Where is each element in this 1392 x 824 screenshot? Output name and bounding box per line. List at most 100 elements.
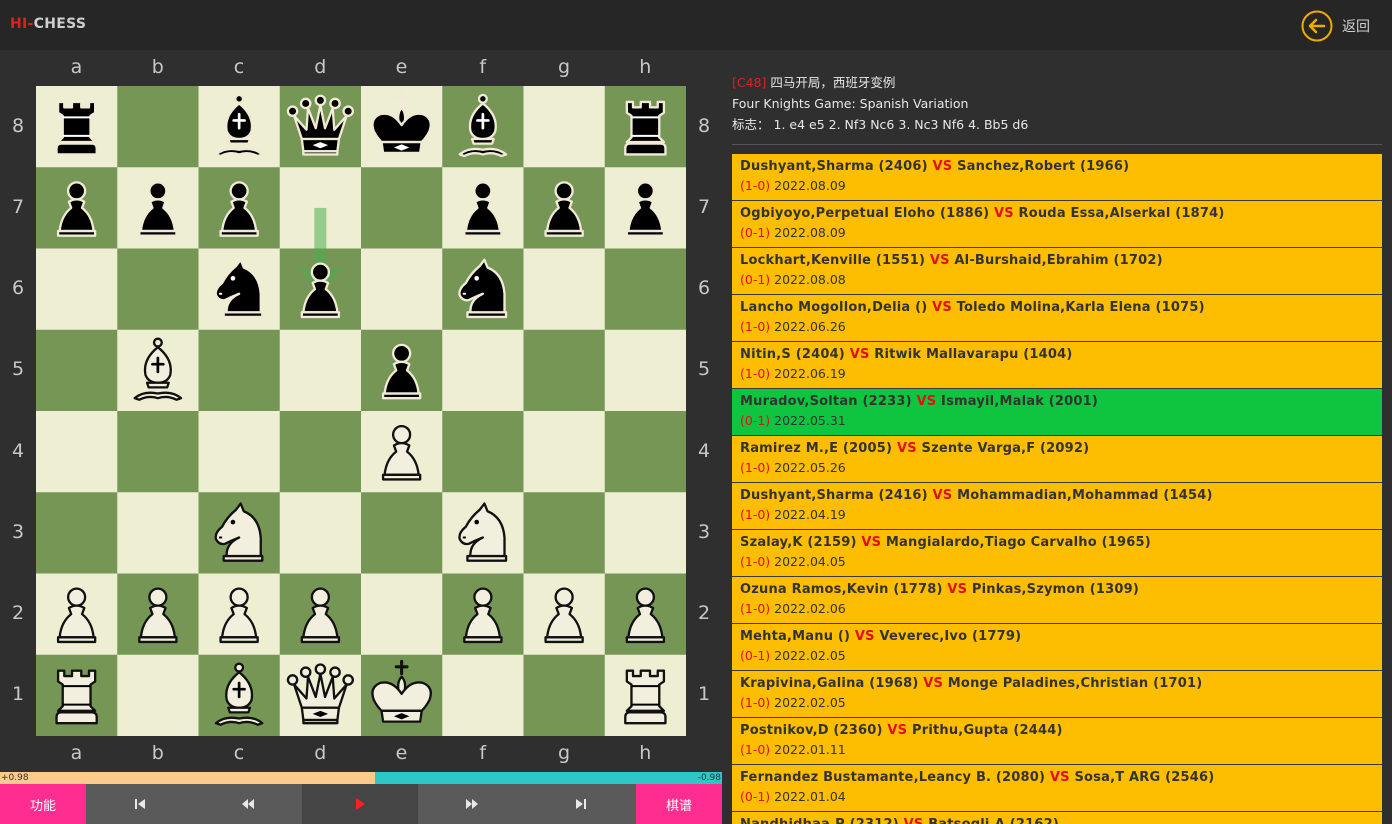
game-row[interactable]: Krapivina,Galina (1968) VS Monge Paladin… <box>732 671 1382 718</box>
square-g5[interactable] <box>523 329 606 412</box>
opening-name-en: Four Knights Game: Spanish Variation <box>732 96 969 111</box>
square-e2[interactable] <box>361 573 443 656</box>
game-date: 2022.08.09 <box>774 178 846 193</box>
game-result: (1-0) <box>740 601 771 616</box>
last-move-button[interactable] <box>526 784 636 824</box>
back-label: 返回 <box>1342 19 1370 35</box>
square-g1[interactable] <box>523 654 606 736</box>
logo-chess: CHESS <box>33 16 87 32</box>
game-meta: (1-0) 2022.01.11 <box>740 740 1374 760</box>
prev-move-button[interactable] <box>194 784 302 824</box>
white-rook-icon[interactable] <box>624 669 667 725</box>
rank-label-left: 1 <box>11 683 25 706</box>
square-h3[interactable] <box>604 492 686 574</box>
black-player: Toledo Molina,Karla Elena (1075) <box>956 300 1205 315</box>
square-e7[interactable] <box>361 167 443 249</box>
square-d5[interactable] <box>279 329 362 412</box>
square-a3[interactable] <box>36 492 118 574</box>
square-a4[interactable] <box>36 411 118 493</box>
game-row[interactable]: Dushyant,Sharma (2416) VS Mohammadian,Mo… <box>732 483 1382 530</box>
square-d3[interactable] <box>279 492 362 574</box>
game-row[interactable]: Ozuna Ramos,Kevin (1778) VS Pinkas,Szymo… <box>732 577 1382 624</box>
function-button[interactable]: 功能 <box>0 784 86 824</box>
play-button[interactable] <box>302 784 418 824</box>
square-g4[interactable] <box>523 411 606 493</box>
game-meta: (0-1) 2022.02.05 <box>740 646 1374 666</box>
game-row[interactable]: Lancho Mogollon,Delia () VS Toledo Molin… <box>732 295 1382 342</box>
file-label-top: d <box>314 56 327 78</box>
square-h4[interactable] <box>604 411 686 493</box>
game-result: (0-1) <box>740 413 771 428</box>
black-player: Veverec,Ivo (1779) <box>879 629 1022 644</box>
black-player: Mangialardo,Tiago Carvalho (1965) <box>885 535 1151 550</box>
square-g3[interactable] <box>523 492 606 574</box>
white-rook-icon[interactable] <box>55 669 98 725</box>
chess-board[interactable] <box>36 86 686 736</box>
first-move-icon <box>135 799 145 809</box>
evaluation-bar: +0.98 -0.98 <box>0 772 722 784</box>
game-row[interactable]: Nitin,S (2404) VS Ritwik Mallavarapu (14… <box>732 342 1382 389</box>
square-b3[interactable] <box>117 492 199 574</box>
square-b8[interactable] <box>117 86 199 168</box>
game-players: Szalay,K (2159) VS Mangialardo,Tiago Car… <box>740 534 1374 552</box>
game-date: 2022.05.26 <box>774 460 846 475</box>
game-row[interactable]: Nandhidhaa,P (2312) VS Batsogli,A (2162) <box>732 812 1382 824</box>
square-a5[interactable] <box>36 329 118 412</box>
square-f5[interactable] <box>442 329 524 412</box>
game-row[interactable]: Fernandez Bustamante,Leancy B. (2080) VS… <box>732 765 1382 812</box>
game-row[interactable]: Dushyant,Sharma (2406) VS Sanchez,Robert… <box>732 154 1382 201</box>
vs-label: VS <box>923 676 944 691</box>
eco-code: [C48] <box>732 75 767 90</box>
white-player: Fernandez Bustamante,Leancy B. (2080) <box>740 770 1046 785</box>
play-icon <box>356 798 365 810</box>
game-row[interactable]: Muradov,Soltan (2233) VS Ismayil,Malak (… <box>732 389 1382 436</box>
square-f4[interactable] <box>442 411 524 493</box>
black-rook-icon[interactable] <box>624 100 667 156</box>
vs-label: VS <box>1049 770 1070 785</box>
black-player: Rouda Essa,Alserkal (1874) <box>1018 206 1225 221</box>
square-h5[interactable] <box>604 329 686 412</box>
file-label-bottom: e <box>395 742 408 764</box>
game-row[interactable]: Mehta,Manu () VS Veverec,Ivo (1779) (0-1)… <box>732 624 1382 671</box>
game-row[interactable]: Ogbiyoyo,Perpetual Eloho (1886) VS Rouda… <box>732 201 1382 248</box>
file-label-top: f <box>479 56 487 78</box>
square-b6[interactable] <box>117 248 199 331</box>
black-player: Szente Varga,F (2092) <box>921 441 1090 456</box>
square-h6[interactable] <box>604 248 686 331</box>
square-b1[interactable] <box>117 654 199 736</box>
back-button[interactable]: 返回 <box>1301 10 1370 42</box>
square-a6[interactable] <box>36 248 118 331</box>
next-move-button[interactable] <box>418 784 526 824</box>
vs-label: VS <box>904 817 924 824</box>
game-row[interactable]: Lockhart,Kenville (1551) VS Al-Burshaid,… <box>732 248 1382 295</box>
game-date: 2022.06.26 <box>774 319 846 334</box>
vs-label: VS <box>947 582 968 597</box>
square-b4[interactable] <box>117 411 199 493</box>
square-d4[interactable] <box>279 411 362 493</box>
first-move-button[interactable] <box>86 784 194 824</box>
square-g6[interactable] <box>523 248 606 331</box>
square-g8[interactable] <box>523 86 606 168</box>
game-result: (1-0) <box>740 178 771 193</box>
game-result: (0-1) <box>740 789 771 804</box>
game-players: Ramirez M.,E (2005) VS Szente Varga,F (2… <box>740 440 1374 458</box>
game-row[interactable]: Postnikov,D (2360) VS Prithu,Gupta (2444… <box>732 718 1382 765</box>
last-move-icon <box>576 799 586 809</box>
square-f1[interactable] <box>442 654 524 736</box>
file-label-top: h <box>639 56 652 78</box>
square-c5[interactable] <box>198 329 281 412</box>
file-label-bottom: h <box>639 742 652 764</box>
game-row[interactable]: Ramirez M.,E (2005) VS Szente Varga,F (2… <box>732 436 1382 483</box>
game-players: Dushyant,Sharma (2416) VS Mohammadian,Mo… <box>740 487 1374 505</box>
square-e3[interactable] <box>361 492 443 574</box>
opening-moves-row: 标志： 1. e4 e5 2. Nf3 Nc6 3. Nc3 Nf6 4. Bb… <box>732 114 1382 135</box>
vs-label: VS <box>861 535 882 550</box>
black-rook-icon[interactable] <box>55 100 98 156</box>
black-player: Batsogli,A (2162) <box>928 817 1059 824</box>
game-date: 2022.08.08 <box>774 272 846 287</box>
square-c4[interactable] <box>198 411 281 493</box>
square-e6[interactable] <box>361 248 443 331</box>
game-row[interactable]: Szalay,K (2159) VS Mangialardo,Tiago Car… <box>732 530 1382 577</box>
game-players: Nandhidhaa,P (2312) VS Batsogli,A (2162) <box>740 816 1374 824</box>
game-record-button[interactable]: 棋谱 <box>636 784 722 824</box>
